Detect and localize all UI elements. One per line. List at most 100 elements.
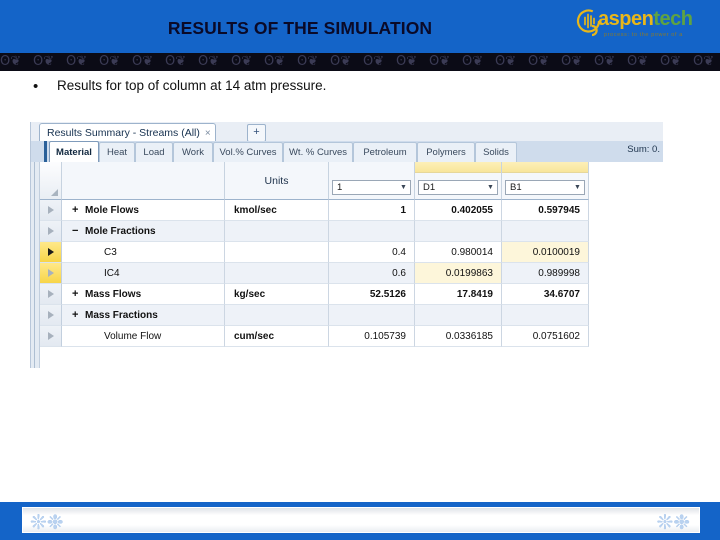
row-indicator-triangle-icon [47, 290, 54, 298]
tab-polymers[interactable]: Polymers [417, 142, 475, 162]
tab-petroleum[interactable]: Petroleum [353, 142, 417, 162]
value-cell[interactable]: 0.402055 [415, 200, 502, 221]
value-cell[interactable]: 0.6 [329, 263, 415, 284]
value-text: 0.980014 [451, 246, 493, 258]
chevron-down-icon[interactable]: ▼ [397, 181, 410, 194]
tab-heat[interactable]: Heat [99, 142, 135, 162]
value-text: 34.6707 [543, 288, 580, 300]
value-text: 52.5126 [369, 288, 406, 300]
value-cell[interactable]: 0.4 [329, 242, 415, 263]
value-cell[interactable] [329, 305, 415, 326]
row-units-text: kg/sec [234, 288, 266, 300]
stream-select-1[interactable]: 1 ▼ [332, 180, 411, 195]
row-selector[interactable] [40, 263, 62, 284]
expand-icon[interactable]: + [72, 204, 85, 216]
swirl-motif-icon: ʘ❦ [297, 54, 319, 69]
swirl-motif-icon: ʘ❦ [198, 54, 220, 69]
value-cell[interactable]: 17.8419 [415, 284, 502, 305]
tab-solids[interactable]: Solids [475, 142, 517, 162]
new-tab-plus-icon[interactable]: + [247, 124, 266, 142]
value-cell[interactable] [415, 221, 502, 242]
swirl-motif-icon: ʘ❦ [330, 54, 352, 69]
tab-work[interactable]: Work [173, 142, 213, 162]
swirl-motif-icon: ʘ❦ [33, 54, 55, 69]
row-selector[interactable] [40, 326, 62, 347]
tab-vol-curves[interactable]: Vol.% Curves [213, 142, 283, 162]
value-cell[interactable]: 0.597945 [502, 200, 589, 221]
value-cell[interactable] [415, 305, 502, 326]
row-units-text: cum/sec [234, 330, 275, 342]
value-cell[interactable]: 34.6707 [502, 284, 589, 305]
table-row[interactable]: + Mole Flows kmol/sec 1 0.402055 0.597945 [31, 200, 663, 221]
row-selector[interactable] [40, 305, 62, 326]
row-indicator-triangle-icon [47, 206, 54, 214]
swirl-motif-icon: ʘ❦ [693, 54, 715, 69]
value-text: 0.597945 [538, 204, 580, 216]
row-selector[interactable] [40, 200, 62, 221]
value-cell[interactable]: 0.0199863 [415, 263, 502, 284]
chevron-down-icon[interactable]: ▼ [571, 181, 584, 194]
close-icon[interactable]: × [205, 128, 211, 139]
stream-select-value: 1 [337, 182, 343, 193]
document-tab-label: Results Summary - Streams (All) [47, 127, 200, 139]
row-indicator-triangle-icon [47, 227, 54, 235]
footer-plate [22, 507, 700, 533]
value-cell[interactable]: 0.0100019 [502, 242, 589, 263]
table-row[interactable]: + Mass Fractions [31, 305, 663, 326]
value-cell[interactable]: 1 [329, 200, 415, 221]
aspen-plus-screenshot: Results Summary - Streams (All) × + Mate… [30, 122, 663, 368]
swirl-motif-icon: ʘ❦ [231, 54, 253, 69]
row-selector[interactable] [40, 242, 62, 263]
row-label-cell: + Mass Fractions [62, 305, 225, 326]
tab-label: Load [143, 147, 165, 158]
value-cell[interactable]: 0.0751602 [502, 326, 589, 347]
stream-select-d1[interactable]: D1 ▼ [418, 180, 498, 195]
table-row[interactable]: C3 0.4 0.980014 0.0100019 [31, 242, 663, 263]
column-highlight-bar [415, 162, 501, 173]
stream-select-value: B1 [510, 182, 522, 193]
tab-label: Work [182, 147, 204, 158]
document-tab-results-summary-streams[interactable]: Results Summary - Streams (All) × [39, 123, 216, 142]
table-row[interactable]: − Mole Fractions [31, 221, 663, 242]
chevron-down-icon[interactable]: ▼ [484, 181, 497, 194]
table-row[interactable]: Volume Flow cum/sec 0.105739 0.0336185 0.075… [31, 326, 663, 347]
row-label-text: IC4 [104, 267, 120, 279]
stream-column-header-1[interactable]: 1 ▼ [329, 162, 415, 200]
value-cell[interactable]: 0.989998 [502, 263, 589, 284]
row-label-text: Mass Fractions [85, 309, 158, 321]
value-cell[interactable]: 52.5126 [329, 284, 415, 305]
row-selector[interactable] [40, 284, 62, 305]
stream-column-header-b1[interactable]: B1 ▼ [502, 162, 589, 200]
swirl-motif-icon: ʘ❦ [528, 54, 550, 69]
row-units-cell [225, 242, 329, 263]
grid-select-all-corner [40, 162, 62, 200]
value-cell[interactable]: 0.105739 [329, 326, 415, 347]
swirl-motif-icon: ʘ❦ [396, 54, 418, 69]
row-label-text: C3 [104, 246, 117, 258]
tab-wt-curves[interactable]: Wt. % Curves [283, 142, 353, 162]
tab-load[interactable]: Load [135, 142, 173, 162]
swirl-motif-icon: ʘ❦ [66, 54, 88, 69]
value-cell[interactable]: 0.980014 [415, 242, 502, 263]
collapse-icon[interactable]: − [72, 225, 85, 237]
expand-icon[interactable]: + [72, 288, 85, 300]
column-highlight-bar [502, 162, 588, 173]
sum-status-label: Sum: 0. [627, 144, 660, 155]
row-indicator-triangle-icon [47, 269, 54, 277]
bullet-line: • Results for top of column at 14 atm pr… [0, 76, 720, 98]
expand-icon[interactable]: + [72, 309, 85, 321]
value-cell[interactable]: 0.0336185 [415, 326, 502, 347]
value-cell[interactable] [329, 221, 415, 242]
value-cell[interactable] [502, 305, 589, 326]
tab-label: Petroleum [363, 147, 407, 158]
tab-material[interactable]: Material [49, 141, 99, 163]
row-selector[interactable] [40, 221, 62, 242]
stream-column-header-d1[interactable]: D1 ▼ [415, 162, 502, 200]
value-cell[interactable] [502, 221, 589, 242]
table-row[interactable]: IC4 0.6 0.0199863 0.989998 [31, 263, 663, 284]
stream-select-b1[interactable]: B1 ▼ [505, 180, 585, 195]
tab-label: Polymers [426, 147, 466, 158]
row-units-text: kmol/sec [234, 204, 277, 216]
table-row[interactable]: + Mass Flows kg/sec 52.5126 17.8419 34.6707 [31, 284, 663, 305]
swirl-motif-icon: ʘ❦ [462, 54, 484, 69]
